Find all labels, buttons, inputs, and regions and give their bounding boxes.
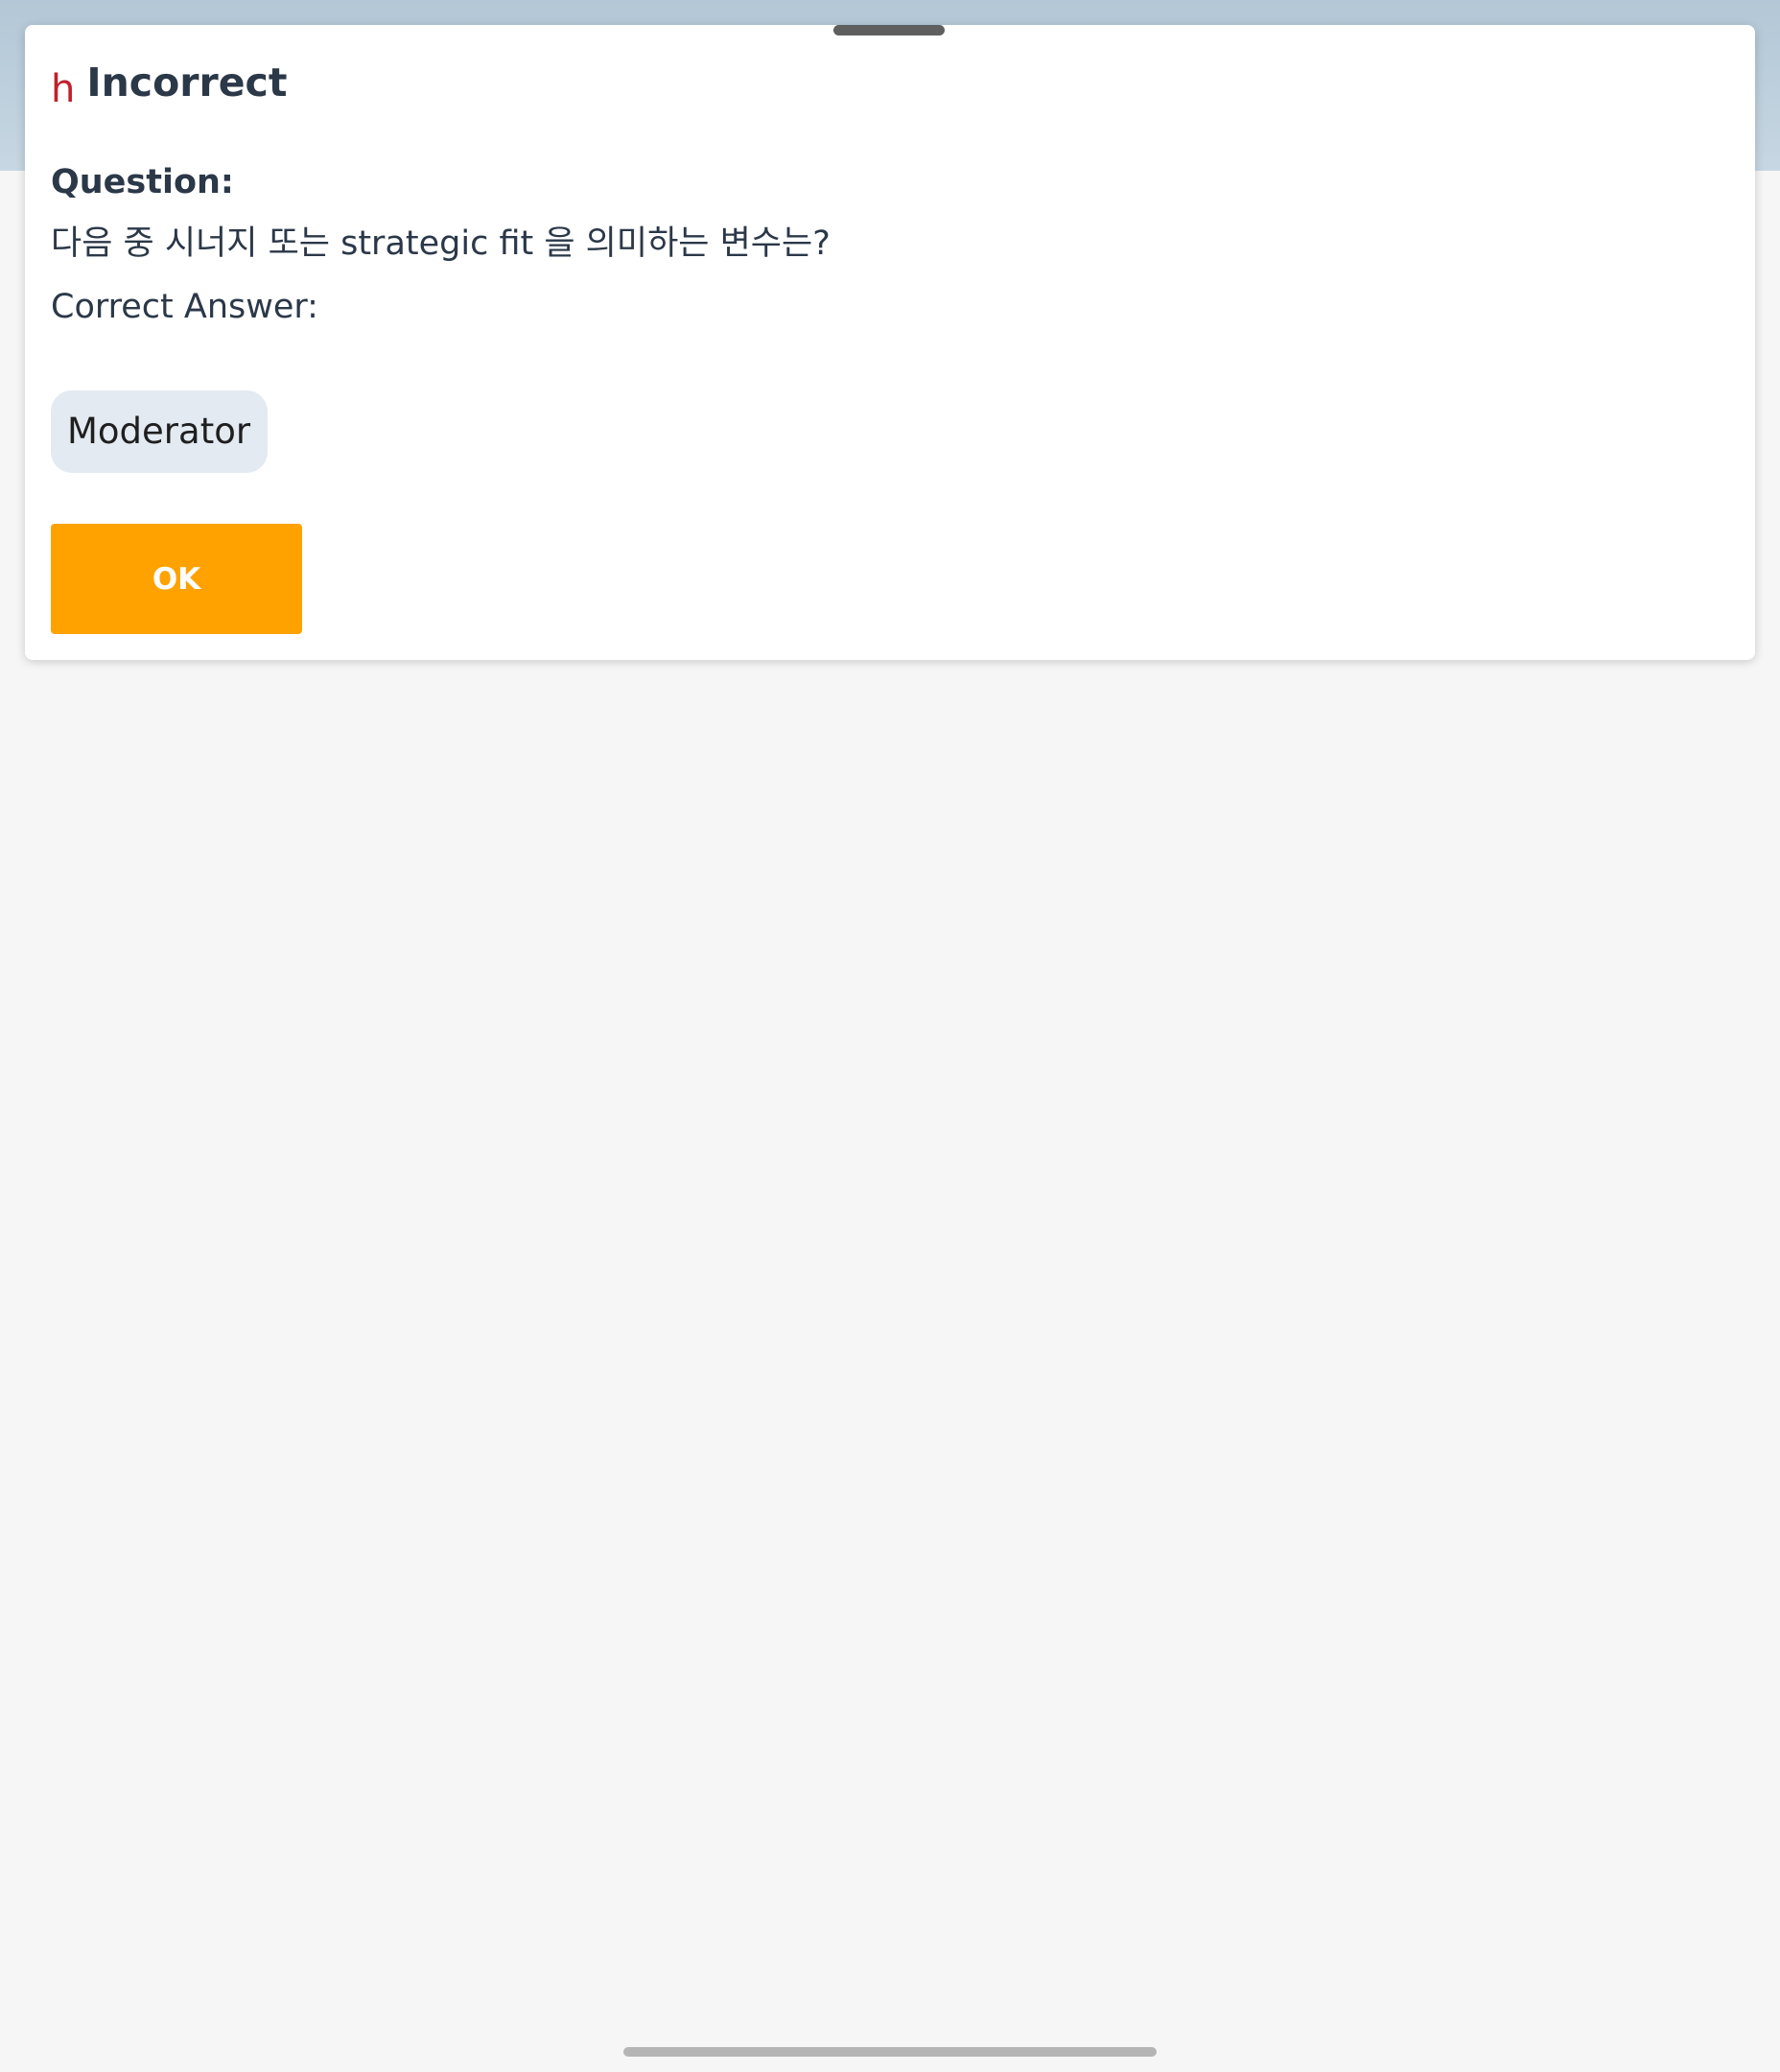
- drag-handle[interactable]: [833, 25, 945, 35]
- incorrect-icon: h: [51, 67, 76, 111]
- correct-answer-chip: Moderator: [51, 390, 269, 473]
- question-label: Question:: [51, 163, 234, 201]
- question-text: 다음 중 시너지 또는 strategic fit 을 의미하는 변수는?: [51, 224, 831, 263]
- dialog-header: h Incorrect: [51, 54, 287, 112]
- correct-answer-label: Correct Answer:: [51, 288, 318, 326]
- ok-button[interactable]: OK: [51, 524, 302, 634]
- result-dialog: h Incorrect Question: 다음 중 시너지 또는 strate…: [25, 25, 1755, 660]
- dialog-title: Incorrect: [86, 59, 288, 106]
- home-indicator[interactable]: [623, 2047, 1157, 2057]
